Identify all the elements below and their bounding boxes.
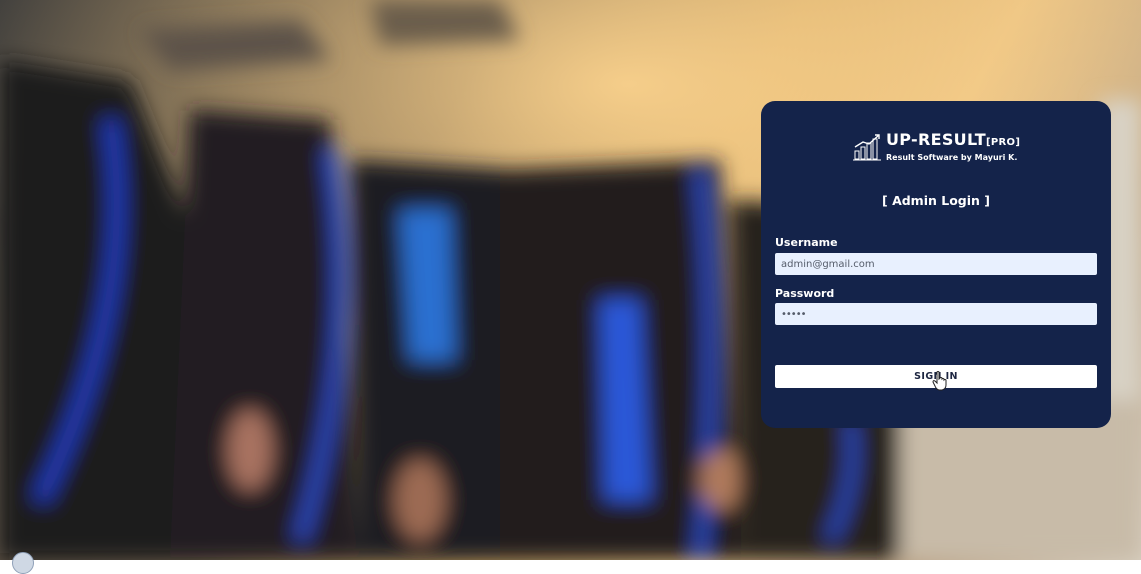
username-input[interactable]	[775, 253, 1097, 275]
brand-title-main: UP-RESULT	[886, 130, 987, 149]
brand-title: UP-RESULT[PRO]	[886, 131, 1020, 152]
username-label: Username	[775, 236, 838, 249]
brand: UP-RESULT[PRO] Result Software by Mayuri…	[853, 131, 1020, 163]
corner-avatar-icon	[12, 552, 34, 574]
login-heading: [ Admin Login ]	[882, 193, 990, 208]
brand-title-suffix: [PRO]	[986, 137, 1021, 148]
password-input[interactable]	[775, 303, 1097, 325]
brand-subtitle: Result Software by Mayuri K.	[886, 153, 1018, 162]
hand-pointer-icon	[932, 371, 947, 391]
password-label: Password	[775, 287, 835, 300]
bar-chart-growth-icon	[853, 134, 881, 161]
login-card: UP-RESULT[PRO] Result Software by Mayuri…	[761, 101, 1111, 428]
